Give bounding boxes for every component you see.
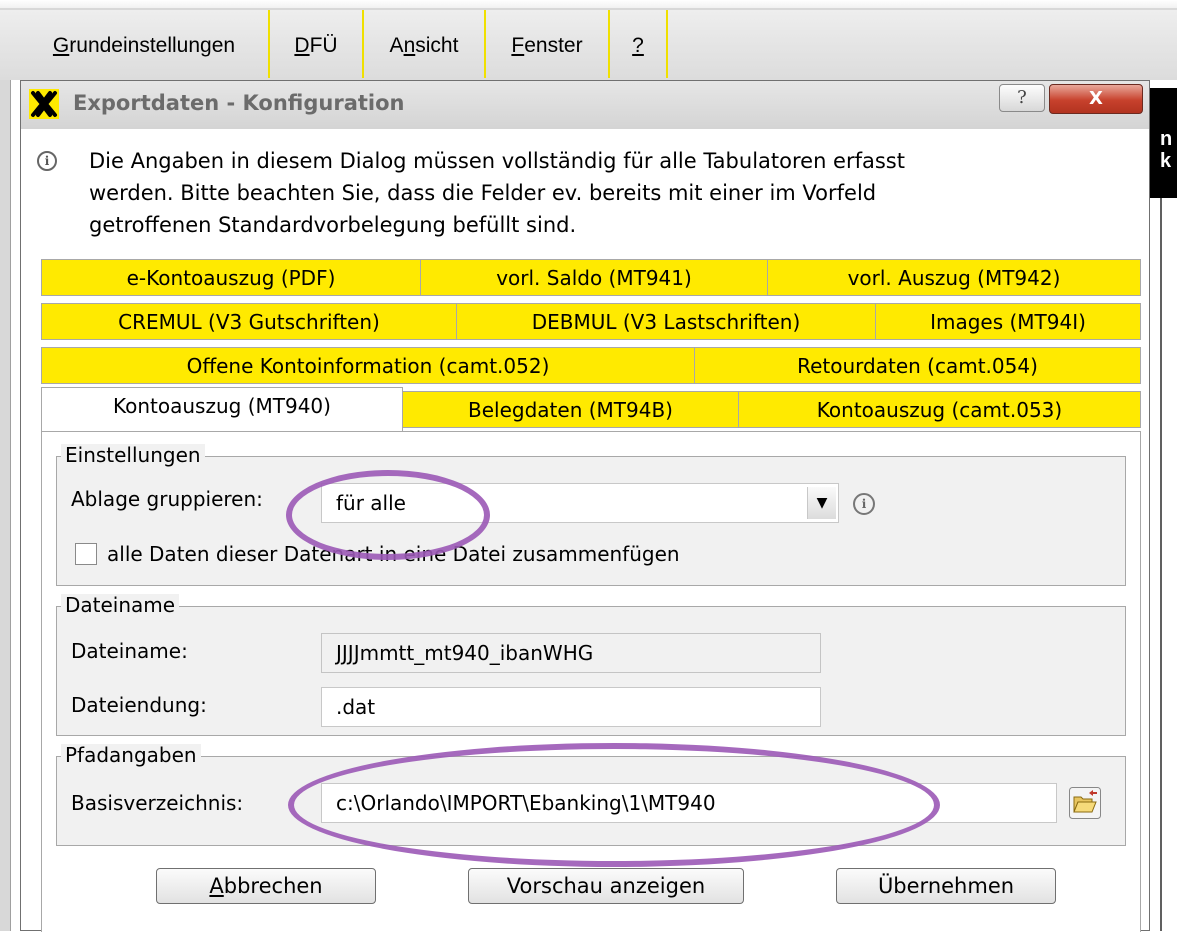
cancel-button[interactable]: Abbrechen bbox=[156, 868, 376, 904]
group-pfadangaben: Pfadangaben Basisverzeichnis: c:\Orlando… bbox=[56, 744, 1126, 846]
menu-grundeinstellungen[interactable]: Grundeinstellungen bbox=[20, 10, 270, 78]
group-dateiname: Dateiname Dateiname: JJJJmmtt_mt940_iban… bbox=[56, 594, 1126, 736]
help-button[interactable]: ? bbox=[999, 84, 1045, 112]
hint-info-icon[interactable]: i bbox=[853, 493, 875, 515]
open-folder-icon[interactable] bbox=[1069, 787, 1101, 819]
group-legend: Einstellungen bbox=[61, 444, 205, 466]
merge-checkbox[interactable] bbox=[75, 543, 97, 565]
preview-button[interactable]: Vorschau anzeigen bbox=[468, 868, 744, 904]
info-icon: i bbox=[37, 151, 57, 171]
tab-belegdaten-mt94b[interactable]: Belegdaten (MT94B) bbox=[402, 391, 739, 428]
app-strip-glyph: k bbox=[1160, 150, 1172, 172]
close-button[interactable]: X bbox=[1049, 84, 1143, 114]
group-legend: Pfadangaben bbox=[61, 744, 201, 766]
app-background-strip: n k bbox=[1150, 88, 1177, 198]
merge-label: alle Daten dieser Datenart in eine Datei… bbox=[107, 542, 680, 566]
tab-retourdaten[interactable]: Retourdaten (camt.054) bbox=[694, 347, 1141, 384]
basisverzeichnis-label: Basisverzeichnis: bbox=[71, 791, 244, 815]
apply-button[interactable]: Übernehmen bbox=[836, 868, 1056, 904]
menu-bar: Grundeinstellungen DFÜ Ansicht Fenster ? bbox=[0, 0, 1177, 80]
tab-debmul[interactable]: DEBMUL (V3 Lastschriften) bbox=[456, 303, 876, 340]
dateiendung-label: Dateiendung: bbox=[71, 693, 207, 717]
raiffeisen-logo-icon bbox=[29, 89, 59, 119]
dialog-titlebar[interactable]: Exportdaten - Konfiguration ? X bbox=[21, 81, 1149, 129]
info-line: getroffenen Standardvorbelegung befüllt … bbox=[89, 213, 577, 237]
info-line: Die Angaben in diesem Dialog müssen voll… bbox=[89, 149, 905, 173]
info-line: werden. Bitte beachten Sie, dass die Fel… bbox=[89, 181, 877, 205]
ablage-value: für alle bbox=[336, 491, 406, 515]
menu-ansicht[interactable]: Ansicht bbox=[364, 10, 486, 78]
dialog-title: Exportdaten - Konfiguration bbox=[73, 91, 405, 115]
tab-vorl-saldo-mt941[interactable]: vorl. Saldo (MT941) bbox=[420, 259, 768, 296]
menu-fenster[interactable]: Fenster bbox=[486, 10, 610, 78]
ablage-dropdown[interactable]: für alle ▼ bbox=[321, 483, 839, 523]
chevron-down-icon[interactable]: ▼ bbox=[807, 487, 836, 519]
tab-kontoauszug-mt940[interactable]: Kontoauszug (MT940) bbox=[41, 387, 403, 431]
app-right-frame bbox=[1160, 198, 1177, 931]
group-legend: Dateiname bbox=[61, 594, 180, 616]
tab-panel: Einstellungen Ablage gruppieren: für all… bbox=[41, 431, 1141, 932]
app-left-frame bbox=[0, 80, 11, 931]
tab-kontoauszug-camt053[interactable]: Kontoauszug (camt.053) bbox=[738, 391, 1141, 428]
ablage-label: Ablage gruppieren: bbox=[71, 487, 263, 511]
info-message: Die Angaben in diesem Dialog müssen voll… bbox=[89, 145, 1139, 241]
export-config-dialog: Exportdaten - Konfiguration ? X i Die An… bbox=[20, 80, 1150, 932]
group-einstellungen: Einstellungen Ablage gruppieren: für all… bbox=[56, 444, 1126, 586]
basisverzeichnis-field[interactable]: c:\Orlando\IMPORT\Ebanking\1\MT940 bbox=[321, 783, 1057, 823]
tab-vorl-auszug-mt942[interactable]: vorl. Auszug (MT942) bbox=[767, 259, 1141, 296]
dateiname-field: JJJJmmtt_mt940_ibanWHG bbox=[321, 633, 821, 673]
dateiendung-field[interactable]: .dat bbox=[321, 687, 821, 727]
tab-cremul[interactable]: CREMUL (V3 Gutschriften) bbox=[41, 303, 457, 340]
tab-offene-kontoinformation[interactable]: Offene Kontoinformation (camt.052) bbox=[41, 347, 695, 384]
menu-help[interactable]: ? bbox=[610, 10, 668, 78]
menu-dfue[interactable]: DFÜ bbox=[270, 10, 364, 78]
dateiname-label: Dateiname: bbox=[71, 639, 188, 663]
tab-images-mt94i[interactable]: Images (MT94I) bbox=[875, 303, 1141, 340]
tab-e-kontoauszug-pdf[interactable]: e-Kontoauszug (PDF) bbox=[41, 259, 421, 296]
app-strip-glyph: n bbox=[1160, 128, 1173, 150]
